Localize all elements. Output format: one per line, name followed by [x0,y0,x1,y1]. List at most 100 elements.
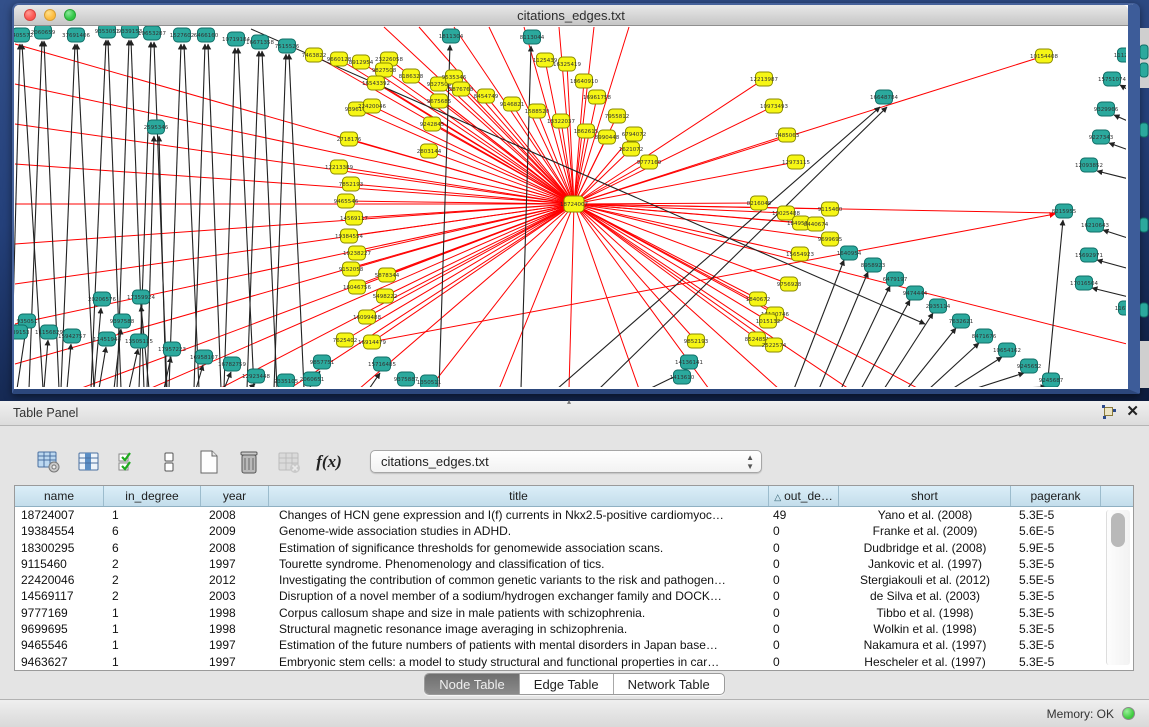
graph-node[interactable]: 12973115 [782,155,810,169]
graph-node[interactable]: 9465546 [334,194,359,208]
cell-title[interactable]: Estimation of the future numbers of pati… [269,637,769,653]
cell-short[interactable]: Wolkin et al. (1998) [839,621,1011,637]
cell-out_de[interactable]: 0 [769,556,839,572]
graph-node[interactable]: 2803144 [417,144,442,158]
graph-node[interactable]: 9329966 [1094,102,1119,116]
cell-pagerank[interactable]: 5.3E-5 [1011,654,1101,670]
graph-node[interactable]: 1112643 [1114,48,1126,62]
cell-in_degree[interactable]: 2 [104,556,201,572]
cell-out_de[interactable]: 0 [769,572,839,588]
cell-in_degree[interactable]: 6 [104,523,201,539]
delete-table-icon[interactable] [236,448,262,476]
citation-edge-black[interactable] [819,272,868,387]
citation-edge-black[interactable] [44,340,48,387]
graph-node[interactable]: 37691406 [62,28,90,42]
graph-node[interactable]: 17016504 [1070,276,1098,290]
graph-node[interactable]: 14136141 [675,355,703,369]
cell-year[interactable]: 1997 [201,654,269,670]
cell-short[interactable]: Tibbo et al. (1998) [839,605,1011,621]
citation-edge-red[interactable] [574,106,774,204]
cell-title[interactable]: Investigating the contribution of common… [269,572,769,588]
graph-node[interactable]: 8958923 [861,258,886,272]
graph-node[interactable]: 1811304 [439,29,464,43]
network-graph-canvas[interactable]: 9405572206065937691406935305193391531065… [14,26,1126,387]
graph-node[interactable]: 9245652 [1017,359,1042,373]
cell-name[interactable]: 9699695 [15,621,104,637]
cell-name[interactable]: 14569117 [15,588,104,604]
citation-edge-black[interactable] [1114,115,1126,125]
citation-edge-black[interactable] [1097,171,1126,181]
graph-node[interactable]: 9375887 [394,372,419,386]
graph-node[interactable]: 2522574 [762,338,787,352]
graph-node[interactable]: 19384554 [335,229,363,243]
table-row[interactable]: 2242004622012Investigating the contribut… [15,572,1133,588]
cell-name[interactable]: 18724007 [15,507,104,523]
cell-short[interactable]: Nakamura et al. (1997) [839,637,1011,653]
citation-edge-black[interactable] [974,373,1024,387]
tab-node-table[interactable]: Node Table [425,674,520,694]
graph-node[interactable]: 8454749 [474,89,499,103]
graph-node[interactable]: 16914479 [358,335,386,349]
table-row[interactable]: 1938455462009Genome-wide association stu… [15,523,1133,539]
graph-node[interactable]: 15751074 [1098,72,1126,86]
citation-edge-black[interactable] [129,349,138,387]
graph-node[interactable]: 8113044 [520,30,545,44]
function-builder-icon[interactable]: f(x) [316,448,342,476]
cell-title[interactable]: Corpus callosum shape and size in male p… [269,605,769,621]
graph-node[interactable]: 10653287 [138,26,166,40]
cell-in_degree[interactable]: 1 [104,654,201,670]
cell-name[interactable]: 18300295 [15,540,104,556]
table-row[interactable]: 946362711997Embryonic stem cells: a mode… [15,654,1133,670]
graph-node[interactable]: 8912954 [349,55,374,69]
graph-node[interactable]: 9353051 [95,26,120,38]
citation-edge-red[interactable] [574,204,758,299]
cell-out_de[interactable]: 0 [769,654,839,670]
cell-name[interactable]: 22420046 [15,572,104,588]
cell-title[interactable]: Embryonic stem cells: a model to study s… [269,654,769,670]
cell-name[interactable]: 9115460 [15,556,104,572]
table-row[interactable]: 969969511998Structural magnetic resonanc… [15,621,1133,637]
graph-node[interactable]: 1621072 [619,142,644,156]
graph-node[interactable]: 18640910 [570,74,598,88]
graph-node[interactable]: 8215955 [1052,204,1077,218]
cell-year[interactable]: 1997 [201,637,269,653]
cell-year[interactable]: 2012 [201,572,269,588]
graph-node[interactable]: 9852193 [684,334,709,348]
graph-node[interactable]: 8440674 [804,217,829,231]
cell-in_degree[interactable]: 6 [104,540,201,556]
cell-out_de[interactable]: 49 [769,507,839,523]
graph-node[interactable]: 9146821 [500,97,525,111]
citation-edge-black[interactable] [117,40,129,387]
network-window[interactable]: citations_edges.txt 94055722060659376914… [12,3,1140,394]
citation-edge-black[interactable] [861,300,910,387]
citation-edge-black[interactable] [1047,220,1063,387]
cell-name[interactable]: 9463627 [15,654,104,670]
column-header-year[interactable]: year [201,486,269,506]
column-header-title[interactable]: title [269,486,769,506]
graph-node[interactable]: 16046756 [343,280,371,294]
column-header-name[interactable]: name [15,486,104,506]
graph-node[interactable]: 16961758 [583,90,611,104]
cell-name[interactable]: 9465546 [15,637,104,653]
cell-out_de[interactable]: 0 [769,540,839,556]
cell-year[interactable]: 1998 [201,621,269,637]
float-panel-icon[interactable] [1102,405,1116,419]
cell-title[interactable]: Genome-wide association studies in ADHD. [269,523,769,539]
graph-node[interactable]: 6479197 [883,272,908,286]
citation-edge-black[interactable] [224,48,235,387]
graph-node[interactable]: 6794072 [622,127,647,141]
graph-node[interactable]: 1015132 [756,314,781,328]
graph-node[interactable]: 2935114 [926,299,951,313]
cell-name[interactable]: 9777169 [15,605,104,621]
citation-edge-red[interactable] [574,204,768,321]
citation-edge-black[interactable] [1120,85,1126,95]
graph-node[interactable]: 1167533 [1115,301,1126,315]
cell-year[interactable]: 2008 [201,507,269,523]
row-selection-icon[interactable] [116,448,142,476]
network-window-titlebar[interactable]: citations_edges.txt [14,5,1128,26]
graph-node[interactable]: 10654162 [993,343,1021,357]
citation-edge-red[interactable] [372,204,574,342]
citation-edge-black[interactable] [274,54,286,387]
citation-edge-black[interactable] [929,343,979,387]
citation-edge-black[interactable] [1097,260,1126,271]
